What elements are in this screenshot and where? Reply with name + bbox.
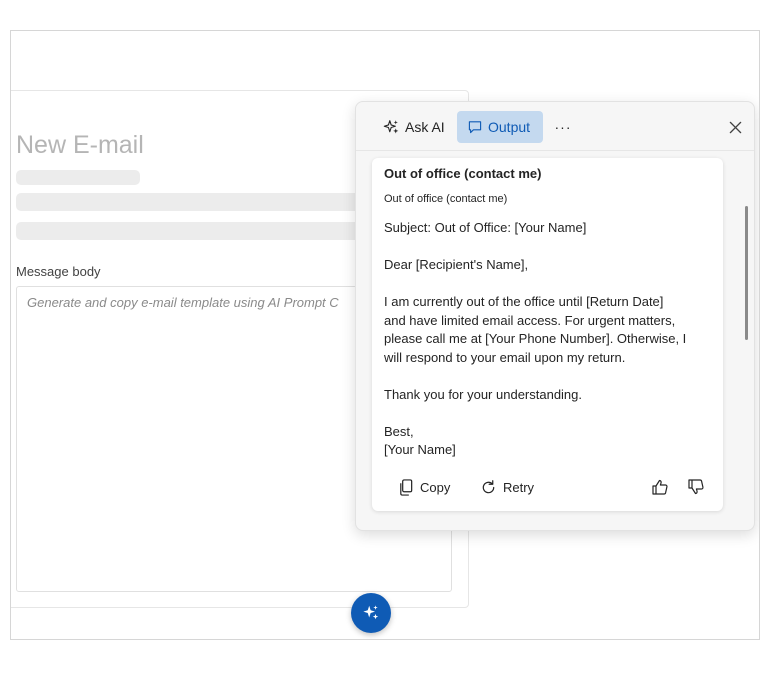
- copy-icon: [400, 478, 413, 496]
- email-title: New E-mail: [16, 131, 144, 159]
- close-button[interactable]: [723, 115, 747, 139]
- output-line: Subject: Out of Office: [Your Name]: [384, 220, 587, 235]
- tab-ask-ai-label: Ask AI: [405, 119, 445, 135]
- output-text: Subject: Out of Office: [Your Name] Dear…: [384, 219, 716, 460]
- output-actions: Copy Retry: [372, 472, 723, 502]
- message-body-placeholder: Generate and copy e-mail template using …: [27, 295, 339, 310]
- more-options-button[interactable]: ···: [554, 111, 572, 143]
- output-card: Out of office (contact me) Out of office…: [372, 158, 723, 511]
- output-line: Best,: [384, 423, 414, 439]
- tab-output[interactable]: Output: [457, 111, 543, 143]
- demo-frame: New E-mail Message body Generate and cop…: [10, 30, 760, 640]
- message-body-label: Message body: [16, 264, 101, 279]
- panel-header: Ask AI Output ···: [356, 102, 754, 151]
- thumbs-up-icon: [652, 479, 668, 495]
- tab-output-label: Output: [488, 119, 531, 135]
- output-paragraph: Thank you for your understanding.: [384, 386, 716, 405]
- output-paragraph: I am currently out of the office until […: [384, 293, 716, 367]
- copy-button[interactable]: Copy: [398, 475, 450, 499]
- thumbs-down-button[interactable]: [684, 475, 708, 499]
- output-line: [Your Name]: [384, 442, 456, 457]
- tab-ask-ai[interactable]: Ask AI: [373, 111, 455, 143]
- retry-button[interactable]: Retry: [480, 475, 534, 499]
- output-scrollbar[interactable]: [745, 206, 748, 340]
- ai-prompt-panel: Ask AI Output ··· Out of office (contact…: [355, 101, 755, 531]
- thumbs-down-icon: [688, 479, 704, 495]
- output-line: Dear [Recipient's Name],: [384, 257, 529, 272]
- retry-label: Retry: [503, 479, 535, 495]
- ai-prompt-button[interactable]: [351, 593, 391, 633]
- copy-label: Copy: [420, 479, 451, 495]
- output-paragraph: Best, [Your Name]: [384, 423, 716, 460]
- output-line: please call me at [Your Phone Number]. O…: [384, 331, 687, 346]
- sparkle-icon: [363, 605, 379, 620]
- output-line: I am currently out of the office until […: [384, 294, 664, 309]
- close-icon: [729, 121, 741, 133]
- output-line: Thank you for your understanding.: [384, 386, 583, 402]
- retry-icon: [482, 479, 495, 493]
- chat-icon: [468, 121, 482, 134]
- output-line: and have limited email access. For urgen…: [384, 312, 676, 328]
- output-subtitle: Out of office (contact me): [384, 193, 508, 205]
- thumbs-up-button[interactable]: [648, 475, 672, 499]
- output-line: will respond to your email upon my retur…: [384, 349, 626, 365]
- output-paragraph: Subject: Out of Office: [Your Name]: [384, 219, 716, 238]
- placeholder-skeleton-short: [16, 170, 140, 185]
- sparkle-icon: [383, 119, 399, 133]
- output-paragraph: Dear [Recipient's Name],: [384, 256, 716, 275]
- output-title: Out of office (contact me): [384, 166, 542, 181]
